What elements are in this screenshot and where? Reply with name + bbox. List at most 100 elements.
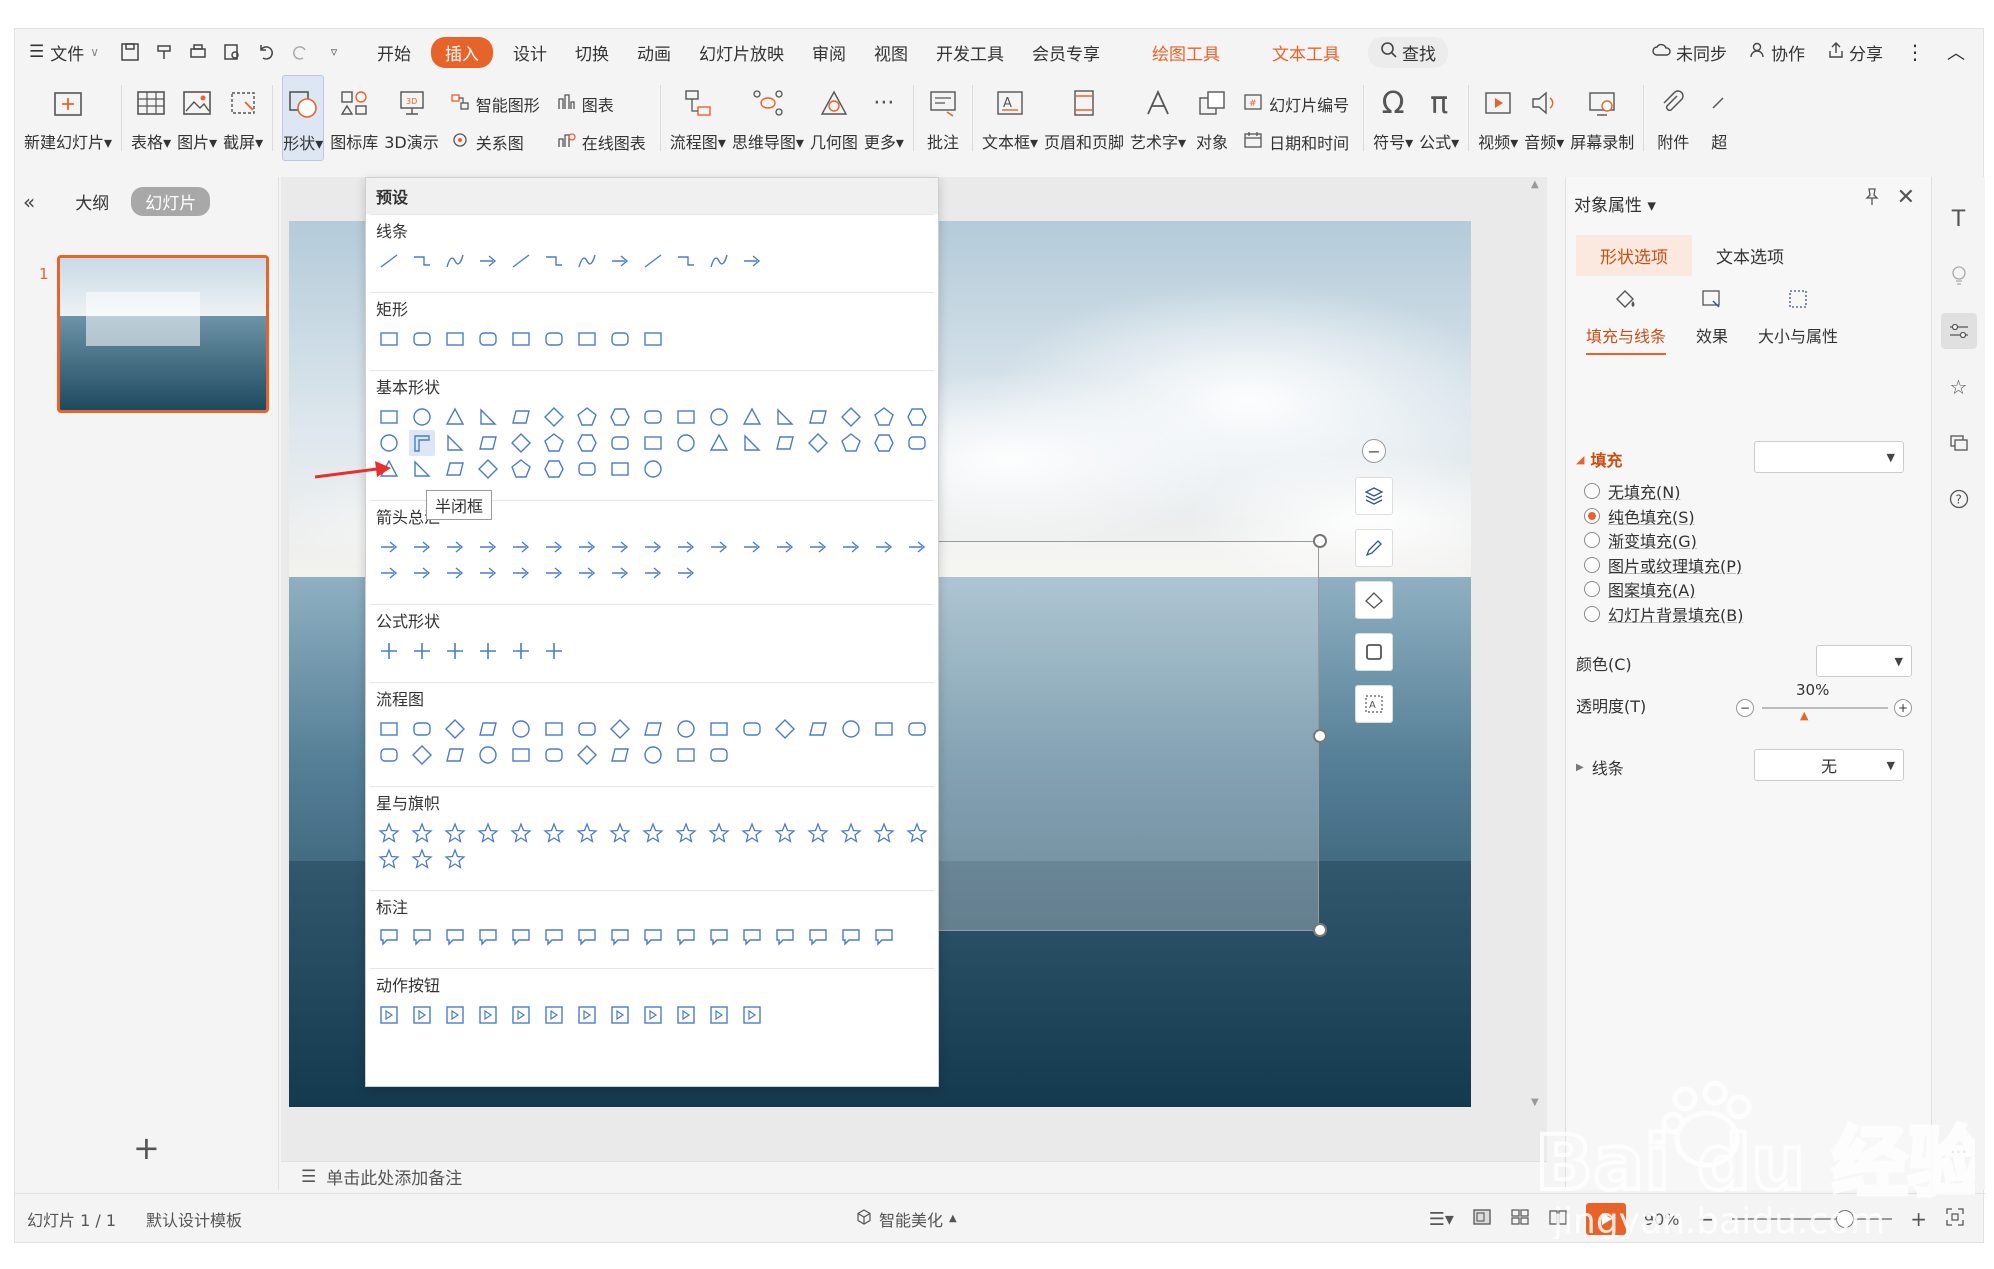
fill-option[interactable]: 渐变填充(G): [1584, 528, 1697, 552]
shape-option-icon[interactable]: [673, 248, 699, 274]
shape-option-icon[interactable]: [673, 1002, 699, 1028]
minus-circle-icon[interactable]: −: [1362, 439, 1386, 463]
tab-review[interactable]: 审阅: [798, 40, 860, 65]
print-icon[interactable]: [181, 37, 215, 67]
shape-option-icon[interactable]: [607, 560, 633, 586]
shape-option-icon[interactable]: [739, 430, 765, 456]
shape-option-icon[interactable]: [640, 716, 666, 742]
online-chart-button[interactable]: 在线图表: [556, 130, 646, 154]
subtab-fill-line[interactable]: 填充与线条: [1586, 287, 1667, 355]
scroll-up-icon[interactable]: ▲: [1531, 179, 1539, 190]
shape-option-icon[interactable]: [673, 820, 699, 846]
shape-option-icon[interactable]: [475, 716, 501, 742]
shape-option-icon[interactable]: [904, 534, 930, 560]
shape-option-icon[interactable]: [838, 534, 864, 560]
shape-option-icon[interactable]: [541, 716, 567, 742]
tab-view[interactable]: 视图: [860, 40, 922, 65]
shape-option-icon[interactable]: [838, 716, 864, 742]
shape-option-icon[interactable]: [541, 456, 567, 482]
shape-option-icon[interactable]: [508, 820, 534, 846]
shape-option-icon[interactable]: [640, 456, 666, 482]
shape-option-icon[interactable]: [442, 326, 468, 352]
shape-option-icon[interactable]: [409, 742, 435, 768]
shape-option-icon[interactable]: [409, 638, 435, 664]
shape-option-icon[interactable]: [871, 716, 897, 742]
fill-section-header[interactable]: ◢ 填充: [1576, 447, 1622, 471]
shape-option-icon[interactable]: [442, 820, 468, 846]
shape-option-icon[interactable]: [574, 404, 600, 430]
shape-option-icon[interactable]: [409, 534, 435, 560]
video-button[interactable]: 视频▾: [1478, 75, 1518, 161]
tab-drawing-tools[interactable]: 绘图工具: [1138, 40, 1234, 65]
shape-option-icon[interactable]: [640, 742, 666, 768]
collapse-ribbon-icon[interactable]: ︿: [1947, 39, 1965, 65]
slide-thumbnail[interactable]: [57, 255, 269, 413]
object-button[interactable]: 对象: [1192, 75, 1232, 161]
relation-button[interactable]: 关系图: [450, 130, 540, 154]
tab-animation[interactable]: 动画: [623, 40, 685, 65]
shape-option-icon[interactable]: [475, 742, 501, 768]
shape-option-icon[interactable]: [640, 248, 666, 274]
radio-button-icon[interactable]: [1584, 483, 1600, 499]
shape-option-icon[interactable]: [772, 534, 798, 560]
properties-title[interactable]: 对象属性 ▾: [1574, 191, 1656, 216]
shape-option-icon[interactable]: [475, 326, 501, 352]
radio-button-icon[interactable]: [1584, 581, 1600, 597]
normal-view-icon[interactable]: [1472, 1208, 1492, 1230]
shape-option-icon[interactable]: [607, 430, 633, 456]
tab-text-options[interactable]: 文本选项: [1692, 235, 1808, 276]
shape-option-icon[interactable]: [541, 924, 567, 950]
shape-option-icon[interactable]: [607, 924, 633, 950]
shape-outline-icon[interactable]: [1355, 633, 1393, 671]
shape-option-icon[interactable]: [838, 820, 864, 846]
shape-option-icon[interactable]: [508, 638, 534, 664]
transparency-slider[interactable]: − 30% ▲ +: [1736, 681, 1916, 723]
line-section-header[interactable]: ▶ 线条: [1576, 755, 1624, 779]
increase-icon[interactable]: +: [1894, 699, 1912, 717]
attachment-button[interactable]: 附件: [1653, 75, 1693, 161]
shape-option-icon[interactable]: [409, 404, 435, 430]
shape-option-icon[interactable]: [607, 820, 633, 846]
flowchart-button[interactable]: 流程图▾: [670, 75, 726, 161]
shape-option-icon[interactable]: [574, 560, 600, 586]
decrease-icon[interactable]: −: [1736, 699, 1754, 717]
shape-option-icon[interactable]: [739, 716, 765, 742]
mindmap-button[interactable]: 思维导图▾: [732, 75, 804, 161]
shape-option-icon[interactable]: [574, 248, 600, 274]
collapse-panel-icon[interactable]: «: [23, 190, 35, 214]
shape-option-icon[interactable]: [607, 742, 633, 768]
symbol-button[interactable]: Ω 符号▾: [1373, 75, 1413, 161]
tab-slideshow[interactable]: 幻灯片放映: [685, 40, 798, 65]
notes-toggle-icon[interactable]: ☰▾: [1429, 1209, 1454, 1230]
shape-option-icon[interactable]: [574, 716, 600, 742]
shape-option-icon[interactable]: [706, 1002, 732, 1028]
shape-option-icon[interactable]: [376, 560, 402, 586]
shape-fill-icon[interactable]: [1355, 581, 1393, 619]
shape-option-icon[interactable]: [739, 534, 765, 560]
shape-option-icon[interactable]: [475, 248, 501, 274]
shape-option-icon[interactable]: [574, 742, 600, 768]
shape-option-icon[interactable]: [706, 742, 732, 768]
radio-button-icon[interactable]: [1584, 556, 1600, 573]
new-slide-button[interactable]: 新建幻灯片▾: [24, 75, 112, 161]
comment-button[interactable]: 批注: [923, 75, 963, 161]
shape-option-icon[interactable]: [376, 248, 402, 274]
tab-transition[interactable]: 切换: [561, 40, 623, 65]
shape-option-icon[interactable]: [871, 534, 897, 560]
shape-option-icon[interactable]: [904, 404, 930, 430]
shape-option-icon[interactable]: [772, 924, 798, 950]
file-menu[interactable]: ☰ 文件 ∨: [15, 40, 113, 65]
shape-option-icon[interactable]: [376, 742, 402, 768]
chart-button[interactable]: 图表: [556, 92, 646, 116]
shape-option-icon[interactable]: [772, 716, 798, 742]
shape-option-icon[interactable]: [541, 820, 567, 846]
date-time-button[interactable]: 日期和时间: [1243, 130, 1349, 154]
shape-option-icon[interactable]: [508, 534, 534, 560]
shape-option-icon[interactable]: [442, 1002, 468, 1028]
shape-option-icon[interactable]: [706, 820, 732, 846]
more-vertical-icon[interactable]: ⋮: [1905, 40, 1925, 64]
more-button[interactable]: ··· 更多▾: [864, 75, 904, 161]
text-format-icon[interactable]: T: [1941, 201, 1977, 237]
shape-option-icon[interactable]: [508, 560, 534, 586]
shape-option-icon[interactable]: [409, 846, 435, 872]
